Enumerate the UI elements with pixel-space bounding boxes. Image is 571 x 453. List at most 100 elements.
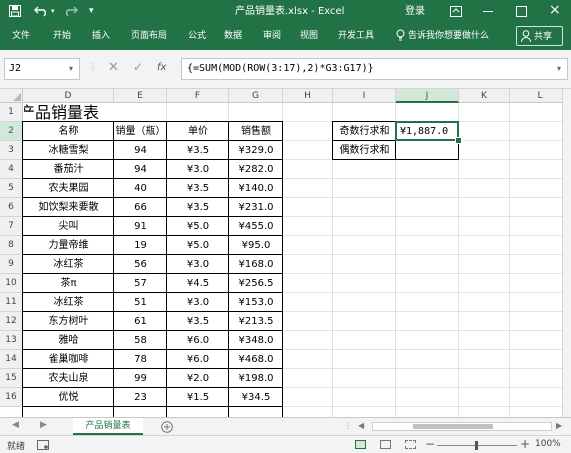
table-cell[interactable]: ¥6.0: [167, 331, 229, 350]
row-header-13[interactable]: 13: [0, 331, 23, 350]
sheet-title[interactable]: 产品销量表: [24, 103, 164, 122]
table-cell[interactable]: ¥153.0: [229, 293, 283, 312]
formula-bar-grip-icon[interactable]: ⋮: [89, 62, 97, 71]
table-cell[interactable]: ¥140.0: [229, 179, 283, 198]
normal-view-icon[interactable]: [355, 440, 366, 449]
row-header-8[interactable]: 8: [0, 236, 23, 255]
row-header-12[interactable]: 12: [0, 312, 23, 331]
table-cell[interactable]: 40: [114, 179, 167, 198]
table-cell[interactable]: 冰红茶: [23, 293, 114, 312]
table-cell[interactable]: 51: [114, 293, 167, 312]
cancel-entry-icon[interactable]: ✕: [108, 60, 119, 75]
table-cell[interactable]: ¥329.0: [229, 141, 283, 160]
table-cell[interactable]: ¥282.0: [229, 160, 283, 179]
table-cell[interactable]: ¥3.0: [167, 160, 229, 179]
table-cell[interactable]: ¥3.0: [167, 293, 229, 312]
undo-icon[interactable]: [34, 5, 50, 17]
table-cell[interactable]: 94: [114, 141, 167, 160]
tab-formulas[interactable]: 公式: [188, 30, 206, 42]
tab-data[interactable]: 数据: [224, 30, 242, 42]
row-header-15[interactable]: 15: [0, 369, 23, 388]
table-cell[interactable]: ¥3.5: [167, 141, 229, 160]
table-cell[interactable]: 57: [114, 274, 167, 293]
table-header-cell[interactable]: 销售额: [229, 122, 283, 141]
table-cell[interactable]: ¥348.0: [229, 331, 283, 350]
table-cell[interactable]: 雀巢咖啡: [23, 350, 114, 369]
table-cell[interactable]: ¥3.5: [167, 198, 229, 217]
tab-developer[interactable]: 开发工具: [338, 30, 374, 42]
table-cell[interactable]: ¥256.5: [229, 274, 283, 293]
table-cell[interactable]: 78: [114, 350, 167, 369]
table-cell[interactable]: ¥5.0: [167, 217, 229, 236]
table-cell[interactable]: ¥95.0: [229, 236, 283, 255]
worksheet-grid[interactable]: DEFGHIJKL 1 2 3 4 5 6 7 8 9 10 11 12 13 14 15 16 产品销量表名…: [0, 89, 571, 417]
table-cell[interactable]: 19: [114, 236, 167, 255]
table-cell[interactable]: 东方树叶: [23, 312, 114, 331]
table-cell[interactable]: ¥3.5: [167, 312, 229, 331]
undo-dropdown-icon[interactable]: ▾: [51, 4, 55, 18]
table-cell[interactable]: 农夫山泉: [23, 369, 114, 388]
zoom-level[interactable]: 100%: [535, 439, 561, 449]
tab-home[interactable]: 开始: [53, 30, 71, 42]
row-header-5[interactable]: 5: [0, 179, 23, 198]
page-break-view-icon[interactable]: [405, 440, 416, 449]
table-header-cell[interactable]: 名称: [23, 122, 114, 141]
table-cell[interactable]: ¥1.5: [167, 388, 229, 407]
expand-formula-bar-icon[interactable]: ▾: [557, 62, 561, 76]
row-header-14[interactable]: 14: [0, 350, 23, 369]
save-icon[interactable]: [9, 5, 21, 17]
name-box[interactable]: J2 ▾: [4, 58, 80, 80]
table-cell[interactable]: 番茄汁: [23, 160, 114, 179]
select-all-corner[interactable]: [0, 89, 23, 103]
table-cell[interactable]: 99: [114, 369, 167, 388]
table-cell[interactable]: ¥468.0: [229, 350, 283, 369]
table-cell[interactable]: 尖叫: [23, 217, 114, 236]
tab-splitter-icon[interactable]: ⋮: [344, 421, 352, 430]
scroll-right-icon[interactable]: ▶: [556, 421, 562, 430]
tab-insert[interactable]: 插入: [92, 30, 110, 42]
login-link[interactable]: 登录: [405, 5, 425, 19]
close-icon[interactable]: ×: [549, 3, 561, 17]
table-cell[interactable]: 56: [114, 255, 167, 274]
share-button[interactable]: 共享: [516, 26, 563, 46]
column-header-i[interactable]: I: [333, 89, 396, 103]
zoom-out-icon[interactable]: −: [425, 437, 435, 451]
new-sheet-icon[interactable]: [161, 421, 173, 433]
scroll-sheets-left-icon[interactable]: ◀: [12, 420, 19, 430]
fill-handle[interactable]: [455, 137, 462, 144]
table-cell[interactable]: ¥455.0: [229, 217, 283, 236]
row-header-1[interactable]: 1: [0, 103, 23, 122]
maximize-icon[interactable]: [516, 6, 527, 17]
table-header-cell[interactable]: 销量（瓶）: [114, 122, 167, 141]
odd-rows-sum-label[interactable]: 奇数行求和: [333, 122, 396, 141]
row-header-11[interactable]: 11: [0, 293, 23, 312]
even-rows-sum-label[interactable]: 偶数行求和: [333, 141, 396, 160]
vertical-scrollbar[interactable]: [562, 89, 571, 417]
even-rows-sum-value[interactable]: [396, 141, 459, 160]
table-cell[interactable]: ¥6.0: [167, 350, 229, 369]
table-cell[interactable]: 66: [114, 198, 167, 217]
table-cell[interactable]: ¥3.5: [167, 179, 229, 198]
table-cell[interactable]: ¥34.5: [229, 388, 283, 407]
column-header-k[interactable]: K: [459, 89, 510, 103]
column-header-d[interactable]: D: [23, 89, 114, 103]
tab-page-layout[interactable]: 页面布局: [131, 30, 167, 42]
insert-function-icon[interactable]: fx: [157, 62, 166, 73]
table-cell[interactable]: 茶π: [23, 274, 114, 293]
minimize-icon[interactable]: [483, 11, 493, 12]
row-header-9[interactable]: 9: [0, 255, 23, 274]
table-cell[interactable]: ¥213.5: [229, 312, 283, 331]
formula-input[interactable]: {=SUM(MOD(ROW(3:17),2)*G3:G17)} ▾: [181, 58, 568, 80]
column-header-e[interactable]: E: [114, 89, 167, 103]
table-cell[interactable]: 94: [114, 160, 167, 179]
table-cell[interactable]: 优悦: [23, 388, 114, 407]
table-cell[interactable]: 雅哈: [23, 331, 114, 350]
row-header-6[interactable]: 6: [0, 198, 23, 217]
scroll-sheets-right-icon[interactable]: ▶: [40, 420, 47, 430]
table-cell[interactable]: 23: [114, 388, 167, 407]
tab-file[interactable]: 文件: [12, 30, 30, 42]
row-header-10[interactable]: 10: [0, 274, 23, 293]
page-layout-view-icon[interactable]: [380, 440, 391, 449]
table-cell[interactable]: ¥3.0: [167, 255, 229, 274]
table-cell[interactable]: 农夫果园: [23, 179, 114, 198]
